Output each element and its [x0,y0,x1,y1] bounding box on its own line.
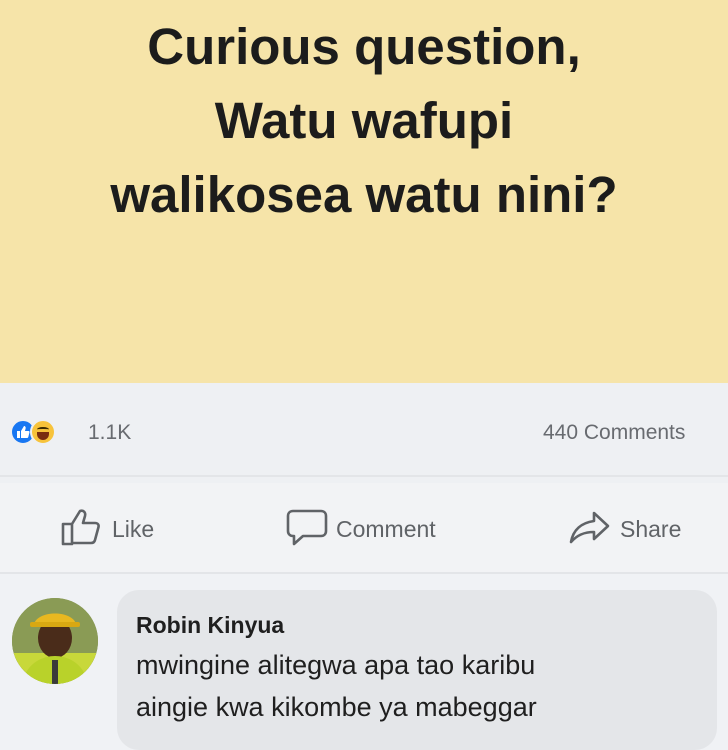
post-text-line: walikosea watu nini? [110,166,618,223]
share-label: Share [620,515,682,542]
like-button[interactable]: Like [60,507,154,551]
comment-text-line: mwingine alitegwa apa tao karibu [136,650,536,680]
comment-button[interactable]: Comment [286,507,436,551]
share-icon [568,507,612,552]
comment-text-line: aingie kwa kikombe ya mabeggar [136,692,537,722]
post-text-line: Curious question, [147,18,581,75]
comment-author[interactable]: Robin Kinyua [136,612,284,639]
post-text-line: Watu wafupi [214,92,514,149]
comment-label: Comment [336,515,436,542]
comment-count[interactable]: 440 Comments [543,421,685,445]
like-label: Like [112,515,155,542]
avatar[interactable] [12,598,98,684]
reaction-icons[interactable] [10,418,56,448]
comment-icon [286,507,328,552]
post-text: Curious question, Watu wafupi walikosea … [0,10,728,232]
haha-reaction-icon [30,419,56,445]
reaction-count[interactable]: 1.1K [88,421,131,445]
divider [0,475,728,477]
share-button[interactable]: Share [568,507,681,551]
thumbs-up-icon [60,507,104,552]
